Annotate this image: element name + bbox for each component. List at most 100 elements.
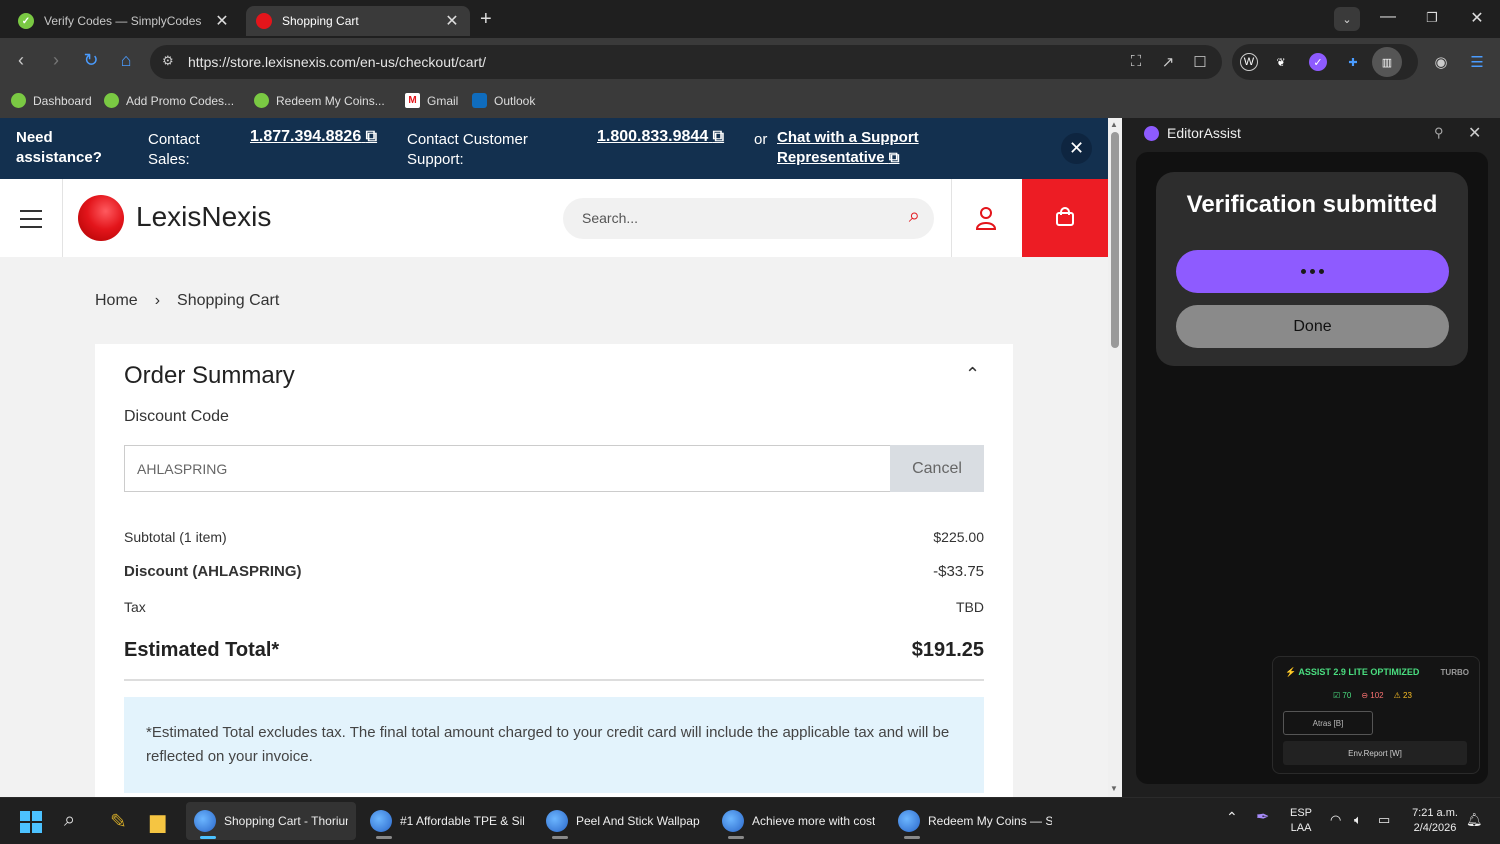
gmail-icon: M — [405, 93, 420, 108]
keyboard-layout: LAA — [1290, 822, 1312, 834]
taskbar-app-label: Redeem My Coins — Si — [928, 814, 1052, 828]
external-link-icon: ⧉ — [888, 149, 900, 166]
breadcrumb-home[interactable]: Home — [95, 292, 138, 310]
tax-label: Tax — [124, 599, 146, 615]
close-panel-icon[interactable]: ✕ — [1468, 123, 1481, 143]
scrollbar-thumb[interactable] — [1111, 132, 1119, 348]
share-icon[interactable]: ↗ — [1158, 53, 1178, 71]
leaf-extension-icon[interactable]: ❦ — [1272, 53, 1290, 71]
search-icon[interactable]: ⌕ — [909, 205, 920, 228]
search-icon[interactable]: ⌕ — [64, 809, 75, 832]
volume-icon[interactable]: 🔈︎ — [1354, 812, 1362, 827]
search-input[interactable]: Search... ⌕ — [563, 198, 934, 239]
support-phone-link[interactable]: 1.800.833.9844 ⧉ — [597, 128, 724, 146]
menu-icon[interactable]: ☰ — [1467, 53, 1487, 71]
puzzle-extensions-icon[interactable]: ✚ — [1344, 53, 1362, 71]
widget-title: ⚡ ASSIST 2.9 LITE OPTIMIZED — [1285, 667, 1419, 678]
address-bar[interactable]: ⚙ https://store.lexisnexis.com/en-us/che… — [150, 45, 1222, 79]
scroll-up-arrow-icon[interactable]: ▲ — [1110, 120, 1118, 129]
close-tab-icon[interactable]: ✕ — [214, 11, 230, 31]
verification-card: Verification submitted Done — [1156, 172, 1468, 366]
loading-button[interactable] — [1176, 250, 1449, 293]
taskbar-app-redeem[interactable]: Redeem My Coins — Si — [890, 802, 1060, 840]
editor-app-icon[interactable]: ✎ — [110, 809, 127, 834]
lexisnexis-favicon — [256, 13, 272, 29]
chat-support-link[interactable]: Chat with a Support Representative ⧉ — [777, 128, 937, 168]
taskbar-app-thorium[interactable]: Shopping Cart - Thorium — [186, 802, 356, 840]
url-text[interactable]: https://store.lexisnexis.com/en-us/check… — [188, 54, 486, 70]
chevron-up-icon[interactable]: ⌃ — [965, 364, 980, 385]
site-info-icon[interactable]: ⚙ — [162, 53, 174, 69]
pen-tray-icon[interactable]: ✒ — [1256, 810, 1269, 826]
hamburger-menu-icon[interactable] — [20, 210, 42, 234]
bookmark-dashboard[interactable]: Dashboard — [11, 93, 92, 108]
wifi-icon[interactable]: ◠ — [1330, 812, 1341, 827]
chevron-up-icon[interactable]: ⌃ — [1226, 810, 1238, 825]
user-account-icon[interactable] — [974, 205, 998, 231]
total-value: $191.25 — [911, 639, 984, 661]
simplycodes-icon: ✓ — [18, 13, 34, 29]
back-button[interactable]: ‹ — [10, 50, 32, 71]
tab-search-chevron-icon[interactable]: ⌄ — [1334, 7, 1360, 31]
running-indicator — [376, 836, 392, 839]
restore-button[interactable]: ❐ — [1422, 10, 1442, 26]
language-indicator[interactable]: ESP LAA — [1290, 806, 1312, 836]
bookmark-redeem-coins[interactable]: Redeem My Coins... — [254, 93, 385, 108]
running-indicator — [904, 836, 920, 839]
unpin-icon[interactable]: ⚲ — [1434, 125, 1444, 141]
chevron-right-icon: › — [154, 292, 161, 309]
page-scrollbar[interactable]: ▲ ▼ — [1108, 118, 1122, 797]
cancel-discount-button[interactable]: Cancel — [890, 445, 984, 492]
taskbar-app-tpe[interactable]: #1 Affordable TPE & Sili — [362, 802, 532, 840]
done-button[interactable]: Done — [1176, 305, 1449, 348]
assistance-bar: Need assistance? Contact Sales: 1.877.39… — [0, 118, 1108, 179]
tab-shopping-cart[interactable]: Shopping Cart ✕ — [246, 6, 470, 36]
lexisnexis-logo[interactable]: LexisNexis — [136, 201, 271, 233]
loading-dot — [1319, 269, 1324, 274]
new-tab-button[interactable]: + — [480, 8, 492, 31]
taskbar-app-wallpaper[interactable]: Peel And Stick Wallpape — [538, 802, 708, 840]
discount-code-field[interactable]: AHLASPRING — [124, 445, 892, 492]
taskbar-app-achieve[interactable]: Achieve more with cost — [714, 802, 884, 840]
tab-verify-codes[interactable]: ✓ Verify Codes — SimplyCodes ✕ — [8, 6, 240, 36]
site-header: LexisNexis Search... ⌕ — [0, 179, 1108, 257]
side-panel-icon[interactable]: ▥ — [1372, 47, 1402, 77]
bookmark-gmail[interactable]: M Gmail — [405, 93, 458, 108]
lexisnexis-logo-icon[interactable] — [78, 195, 124, 241]
notification-bell-icon[interactable]: 🔔︎ — [1466, 812, 1483, 827]
sales-phone-link[interactable]: 1.877.394.8826 ⧉ — [250, 128, 377, 146]
need-assistance-label: Need assistance? — [16, 129, 102, 166]
wordtune-extension-icon[interactable]: W — [1240, 53, 1258, 71]
cart-button[interactable] — [1022, 179, 1108, 257]
close-tab-icon[interactable]: ✕ — [444, 11, 460, 31]
divider — [124, 679, 984, 681]
windows-start-icon[interactable] — [20, 811, 42, 833]
battery-icon[interactable]: ▭ — [1378, 812, 1390, 827]
clock[interactable]: 7:21 a.m. 2/4/2026 — [1408, 806, 1462, 836]
bookmark-icon[interactable]: ☐ — [1190, 53, 1210, 71]
minimize-button[interactable]: — — [1378, 8, 1398, 26]
or-text: or — [754, 131, 768, 148]
home-icon[interactable]: ⌂ — [115, 50, 137, 71]
bookmark-outlook[interactable]: Outlook — [472, 93, 535, 108]
close-assistance-button[interactable]: ✕ — [1061, 133, 1092, 164]
tab-title: Verify Codes — SimplyCodes — [44, 14, 202, 28]
reload-icon[interactable]: ↻ — [80, 50, 102, 71]
external-link-icon: ⧉ — [365, 128, 378, 145]
profile-icon[interactable]: ◉ — [1431, 53, 1451, 71]
editorassist-extension-icon[interactable]: ✓ — [1309, 53, 1327, 71]
env-report-button[interactable]: Env.Report [W] — [1283, 741, 1467, 765]
back-widget-button[interactable]: Atras [B] — [1283, 711, 1373, 735]
translate-icon[interactable]: ⛶ — [1126, 53, 1146, 70]
order-summary-title: Order Summary — [124, 362, 295, 389]
discount-row: Discount (AHLASPRING) -$33.75 — [124, 563, 984, 580]
scroll-down-arrow-icon[interactable]: ▼ — [1110, 784, 1118, 793]
thorium-icon — [194, 810, 216, 832]
file-explorer-icon[interactable]: ▆ — [150, 809, 165, 834]
widget-mode: TURBO — [1440, 668, 1469, 677]
bookmark-add-promo-codes[interactable]: Add Promo Codes... — [104, 93, 234, 108]
close-window-button[interactable]: ✕ — [1467, 8, 1487, 28]
external-link-icon: ⧉ — [712, 128, 725, 145]
simplycodes-icon — [104, 93, 119, 108]
forward-button[interactable]: › — [45, 50, 67, 71]
